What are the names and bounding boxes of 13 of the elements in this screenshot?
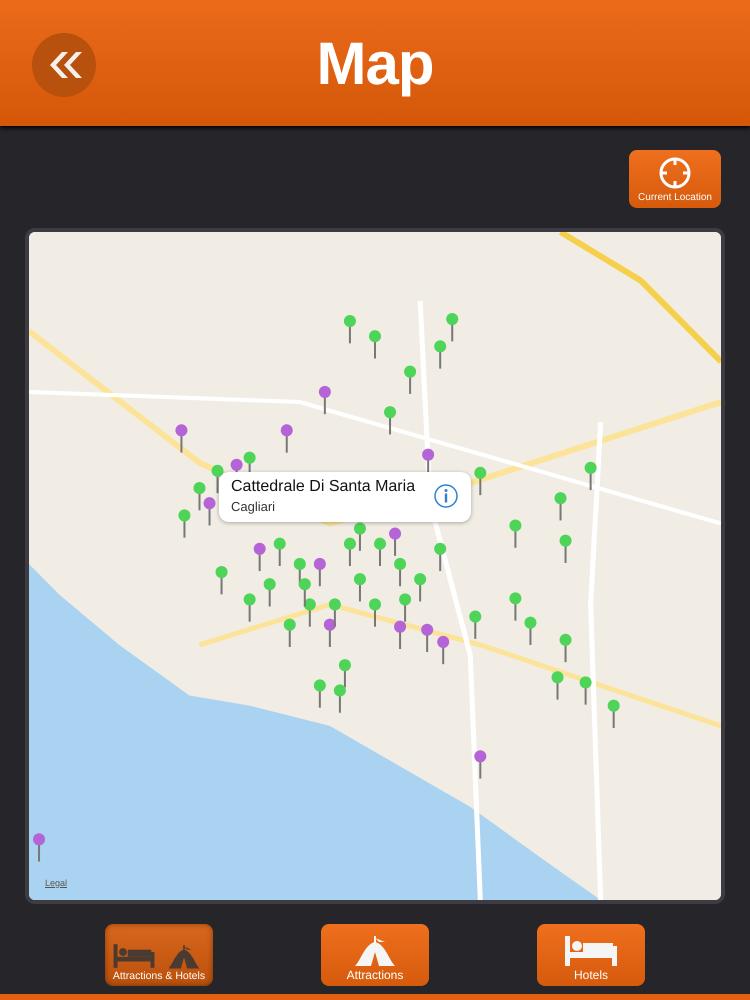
tab-button[interactable]: Hotels (537, 924, 645, 986)
tab-button[interactable]: Attractions (321, 924, 429, 986)
callout-title: Cattedrale Di Santa Maria (231, 478, 416, 496)
bed-icon (563, 934, 619, 968)
bed-icon (112, 942, 156, 970)
tab-button[interactable]: Attractions & Hotels (105, 924, 213, 986)
header-title: Map (316, 28, 434, 98)
callout-subtitle: Cagliari (231, 499, 276, 514)
map-callout[interactable]: Cattedrale Di Santa Maria Cagliari (219, 472, 472, 522)
crosshair-icon (657, 155, 693, 191)
legal-link[interactable]: Legal (45, 878, 68, 888)
info-icon[interactable] (433, 483, 460, 509)
current-location-button[interactable]: Current Location (629, 150, 721, 208)
